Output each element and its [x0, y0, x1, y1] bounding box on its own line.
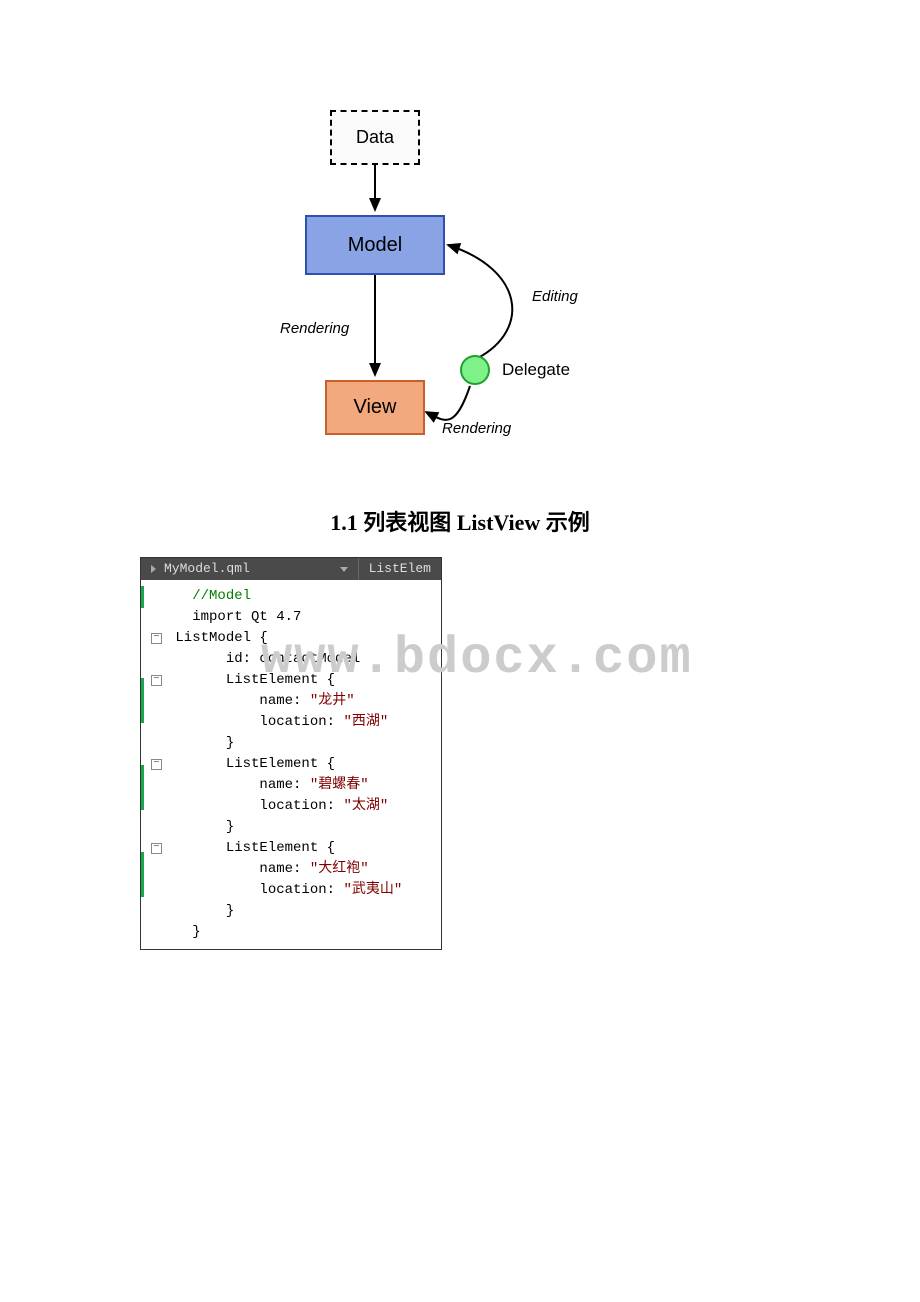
- code-editor: MyModel.qml ListElem www.bdocx.com //Mod…: [140, 557, 442, 950]
- delegate-label: Delegate: [502, 360, 570, 380]
- code-line: }: [151, 817, 441, 838]
- document-page: Data Model View Delegate Editing Renderi…: [0, 0, 920, 990]
- code-line: }: [151, 901, 441, 922]
- tab-label: ListElem: [369, 558, 431, 580]
- section-heading: 1.1 列表视图 ListView 示例: [0, 505, 920, 537]
- code-line: − ListElement {: [151, 754, 441, 775]
- code-line: }: [151, 733, 441, 754]
- code-line: location: "太湖": [151, 796, 441, 817]
- code-line: id: contactModel: [151, 649, 441, 670]
- delegate-node: [460, 355, 490, 385]
- data-box: Data: [330, 110, 420, 165]
- rendering-label-1: Rendering: [280, 320, 349, 337]
- code-line: }: [151, 922, 441, 943]
- triangle-right-icon: [151, 565, 156, 573]
- fold-minus-icon[interactable]: −: [151, 843, 162, 854]
- code-body: www.bdocx.com //Model import Qt 4.7 − Li…: [141, 580, 441, 949]
- code-line: − ListModel {: [151, 628, 441, 649]
- code-line: name: "大红袍": [151, 859, 441, 880]
- fold-minus-icon[interactable]: −: [151, 633, 162, 644]
- editing-label: Editing: [532, 288, 578, 305]
- editor-tab-listelem[interactable]: ListElem: [358, 558, 441, 580]
- code-line: name: "碧螺春": [151, 775, 441, 796]
- fold-minus-icon[interactable]: −: [151, 759, 162, 770]
- rendering-label-2: Rendering: [442, 420, 511, 437]
- code-line: name: "龙井": [151, 691, 441, 712]
- view-box: View: [325, 380, 425, 435]
- code-line: − ListElement {: [151, 670, 441, 691]
- code-line: − ListElement {: [151, 838, 441, 859]
- code-line: location: "西湖": [151, 712, 441, 733]
- tab-label: MyModel.qml: [164, 558, 250, 580]
- model-box: Model: [305, 215, 445, 275]
- fold-minus-icon[interactable]: −: [151, 675, 162, 686]
- code-line: //Model: [151, 586, 441, 607]
- editor-tab-bar: MyModel.qml ListElem: [141, 558, 441, 580]
- dropdown-icon: [340, 567, 348, 572]
- code-line: import Qt 4.7: [151, 607, 441, 628]
- mvc-diagram: Data Model View Delegate Editing Renderi…: [270, 110, 650, 445]
- editor-tab-mymodel[interactable]: MyModel.qml: [141, 558, 358, 580]
- code-line: location: "武夷山": [151, 880, 441, 901]
